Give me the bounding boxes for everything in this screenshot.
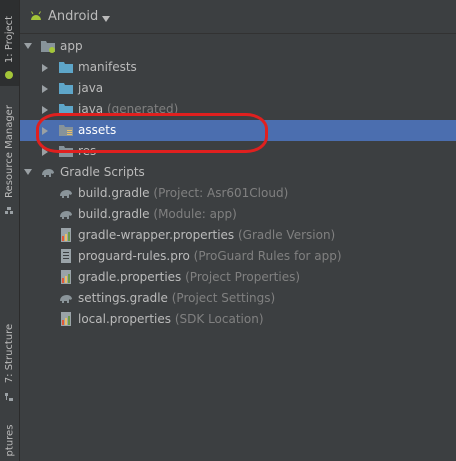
folder-icon — [58, 101, 74, 117]
tree-item-name: build.gradle — [78, 207, 150, 221]
gradle-elephant-icon — [58, 185, 74, 201]
tree-item[interactable]: gradle.properties (Project Properties) — [20, 267, 456, 288]
res-folder-icon — [58, 143, 74, 159]
tree-item-detail: (SDK Location) — [174, 312, 264, 326]
tree-item[interactable]: local.properties (SDK Location) — [20, 309, 456, 330]
tab-resource-manager[interactable]: Resource Manager — [0, 96, 19, 221]
properties-file-icon — [58, 227, 74, 243]
tree-item[interactable]: manifests — [20, 57, 456, 78]
tree-item-name: local.properties — [78, 312, 172, 326]
structure-icon — [5, 393, 13, 401]
tree-item-name: gradle.properties — [78, 270, 182, 284]
tree-item[interactable]: java — [20, 78, 456, 99]
tree-item-label: build.gradle (Project: Asr601Cloud) — [78, 186, 288, 200]
tree-item-label: proguard-rules.pro (ProGuard Rules for a… — [78, 249, 342, 263]
tab-project[interactable]: 1: Project — [0, 0, 19, 86]
expand-arrow-right-icon[interactable] — [42, 85, 50, 93]
project-toolbar: Android — [20, 0, 456, 34]
gradle-elephant-icon — [40, 164, 56, 180]
resource-manager-icon — [5, 207, 13, 214]
tab-captures[interactable]: ptures — [0, 420, 19, 461]
expand-arrow-down-icon[interactable] — [24, 43, 32, 51]
expand-arrow-down-icon[interactable] — [24, 169, 32, 177]
properties-file-icon — [58, 269, 74, 285]
tree-item-detail: (Project Properties) — [185, 270, 301, 284]
tree-item-name: Gradle Scripts — [60, 165, 145, 179]
tree-item-name: settings.gradle — [78, 291, 168, 305]
tree-item-name: manifests — [78, 60, 137, 74]
tree-item-label: app — [60, 39, 83, 53]
tool-window-strip: 1: Project Resource Manager 7: Structure… — [0, 0, 20, 461]
tree-item[interactable]: build.gradle (Project: Asr601Cloud) — [20, 183, 456, 204]
tree-item-label: manifests — [78, 60, 137, 74]
tree-item-label: res — [78, 144, 96, 158]
tab-structure[interactable]: 7: Structure — [0, 320, 19, 406]
tree-item[interactable]: build.gradle (Module: app) — [20, 204, 456, 225]
tree-item-name: build.gradle — [78, 186, 150, 200]
tree-item-detail: (ProGuard Rules for app) — [193, 249, 342, 263]
tree-item-label: gradle.properties (Project Properties) — [78, 270, 300, 284]
tree-item-detail: (Project: Asr601Cloud) — [153, 186, 289, 200]
tree-item-label: Gradle Scripts — [60, 165, 145, 179]
tree-item[interactable]: Gradle Scripts — [20, 162, 456, 183]
tree-item[interactable]: proguard-rules.pro (ProGuard Rules for a… — [20, 246, 456, 267]
tree-item-name: gradle-wrapper.properties — [78, 228, 235, 242]
tree-item-label: settings.gradle (Project Settings) — [78, 291, 275, 305]
tree-item-detail: (Project Settings) — [171, 291, 276, 305]
view-mode-selector[interactable]: Android — [48, 9, 98, 24]
tree-item-label: build.gradle (Module: app) — [78, 207, 237, 221]
android-icon — [5, 71, 13, 79]
tree-item-detail: (Gradle Version) — [238, 228, 336, 242]
expand-arrow-right-icon[interactable] — [42, 64, 50, 72]
gradle-elephant-icon — [58, 290, 74, 306]
tree-item-detail: (Module: app) — [153, 207, 237, 221]
tab-project-label: 1: Project — [4, 15, 15, 64]
expand-arrow-right-icon[interactable] — [42, 106, 50, 114]
text-file-icon — [58, 248, 74, 264]
tree-item-name: proguard-rules.pro — [78, 249, 190, 263]
tree-item[interactable]: assets — [20, 120, 456, 141]
tree-item-detail: (generated) — [106, 102, 179, 116]
tree-item[interactable]: res — [20, 141, 456, 162]
tree-item[interactable]: app — [20, 36, 456, 57]
tree-item-label: local.properties (SDK Location) — [78, 312, 264, 326]
chevron-down-icon[interactable] — [102, 16, 110, 22]
tab-structure-label: 7: Structure — [4, 323, 15, 384]
project-panel: Android app manifests java java (generated)… — [20, 0, 456, 461]
tree-item-label: java — [78, 81, 103, 95]
folder-icon — [58, 80, 74, 96]
tree-item[interactable]: gradle-wrapper.properties (Gradle Versio… — [20, 225, 456, 246]
android-icon — [31, 11, 41, 20]
tab-captures-label: ptures — [4, 424, 15, 457]
tree-item[interactable]: java (generated) — [20, 99, 456, 120]
gradle-elephant-icon — [58, 206, 74, 222]
tree-item[interactable]: settings.gradle (Project Settings) — [20, 288, 456, 309]
assets-folder-icon — [58, 122, 74, 138]
tree-item-label: java (generated) — [78, 102, 178, 116]
module-folder-icon — [40, 38, 56, 54]
expand-arrow-right-icon[interactable] — [42, 127, 50, 135]
tab-resource-manager-label: Resource Manager — [4, 105, 15, 198]
tree-item-name: res — [78, 144, 97, 158]
tree-item-name: java — [78, 81, 104, 95]
tree-item-name: assets — [78, 123, 117, 137]
properties-file-icon — [58, 311, 74, 327]
tree-item-name: java — [78, 102, 104, 116]
tree-item-name: app — [60, 39, 83, 53]
tree-item-label: assets — [78, 123, 116, 137]
expand-arrow-right-icon[interactable] — [42, 148, 50, 156]
folder-icon — [58, 59, 74, 75]
tree-item-label: gradle-wrapper.properties (Gradle Versio… — [78, 228, 335, 242]
